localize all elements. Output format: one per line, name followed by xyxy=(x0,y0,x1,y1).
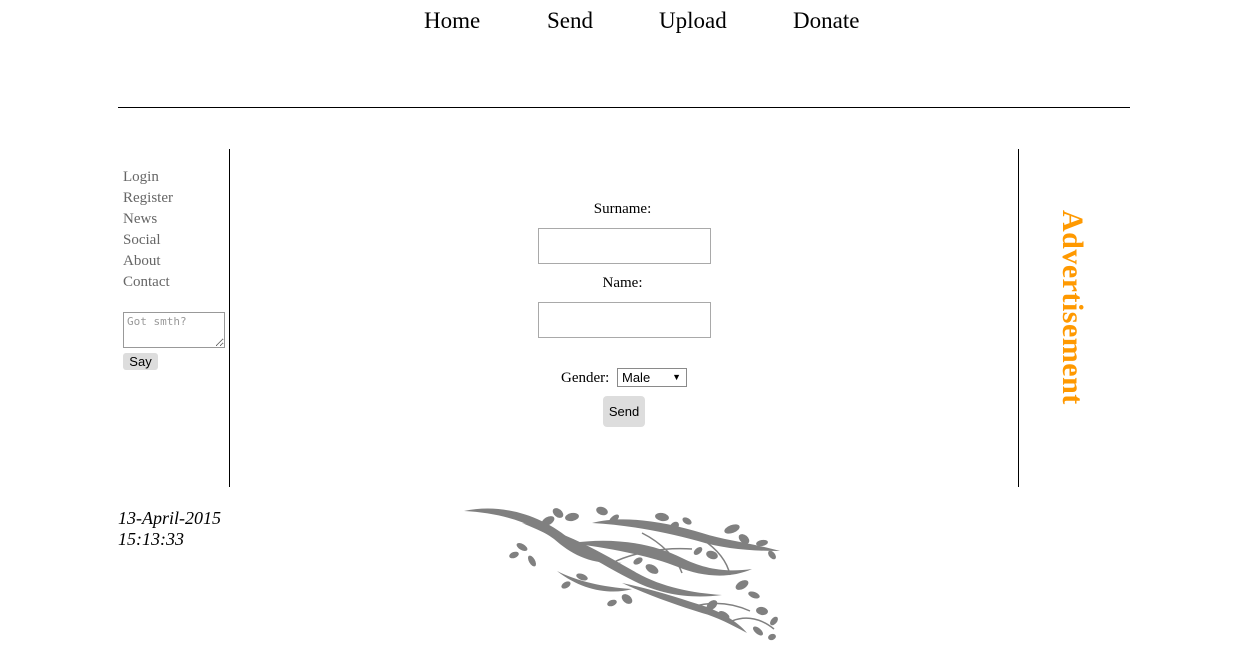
gender-select[interactable]: Male ▼ xyxy=(617,368,687,387)
name-input[interactable] xyxy=(538,302,711,338)
sidebar-item-login[interactable]: Login xyxy=(123,167,173,188)
nav-home-link[interactable]: Home xyxy=(424,8,480,34)
send-button[interactable]: Send xyxy=(603,396,645,427)
nav-upload-link[interactable]: Upload xyxy=(659,8,727,34)
gender-label: Gender: xyxy=(561,370,610,386)
header-divider xyxy=(118,107,1130,108)
top-navigation: Home Send Upload Donate xyxy=(0,8,1245,38)
sidebar-item-social[interactable]: Social xyxy=(123,230,173,251)
say-button[interactable]: Say xyxy=(123,353,158,370)
date-time-display: 13-April-2015 15:13:33 xyxy=(118,508,221,550)
gender-selected-value: Male xyxy=(622,370,651,385)
dropdown-arrow-icon: ▼ xyxy=(672,372,681,382)
advertisement-banner[interactable]: Advertisement xyxy=(1054,210,1090,405)
vine-branch-icon xyxy=(464,506,780,641)
surname-input[interactable] xyxy=(538,228,711,264)
time-text: 15:13:33 xyxy=(118,529,184,549)
date-text: 13-April-2015 xyxy=(118,508,221,528)
sidebar-item-about[interactable]: About xyxy=(123,251,173,272)
comment-textarea[interactable] xyxy=(123,312,225,348)
nav-send-link[interactable]: Send xyxy=(547,8,593,34)
nav-donate-link[interactable]: Donate xyxy=(793,8,859,34)
